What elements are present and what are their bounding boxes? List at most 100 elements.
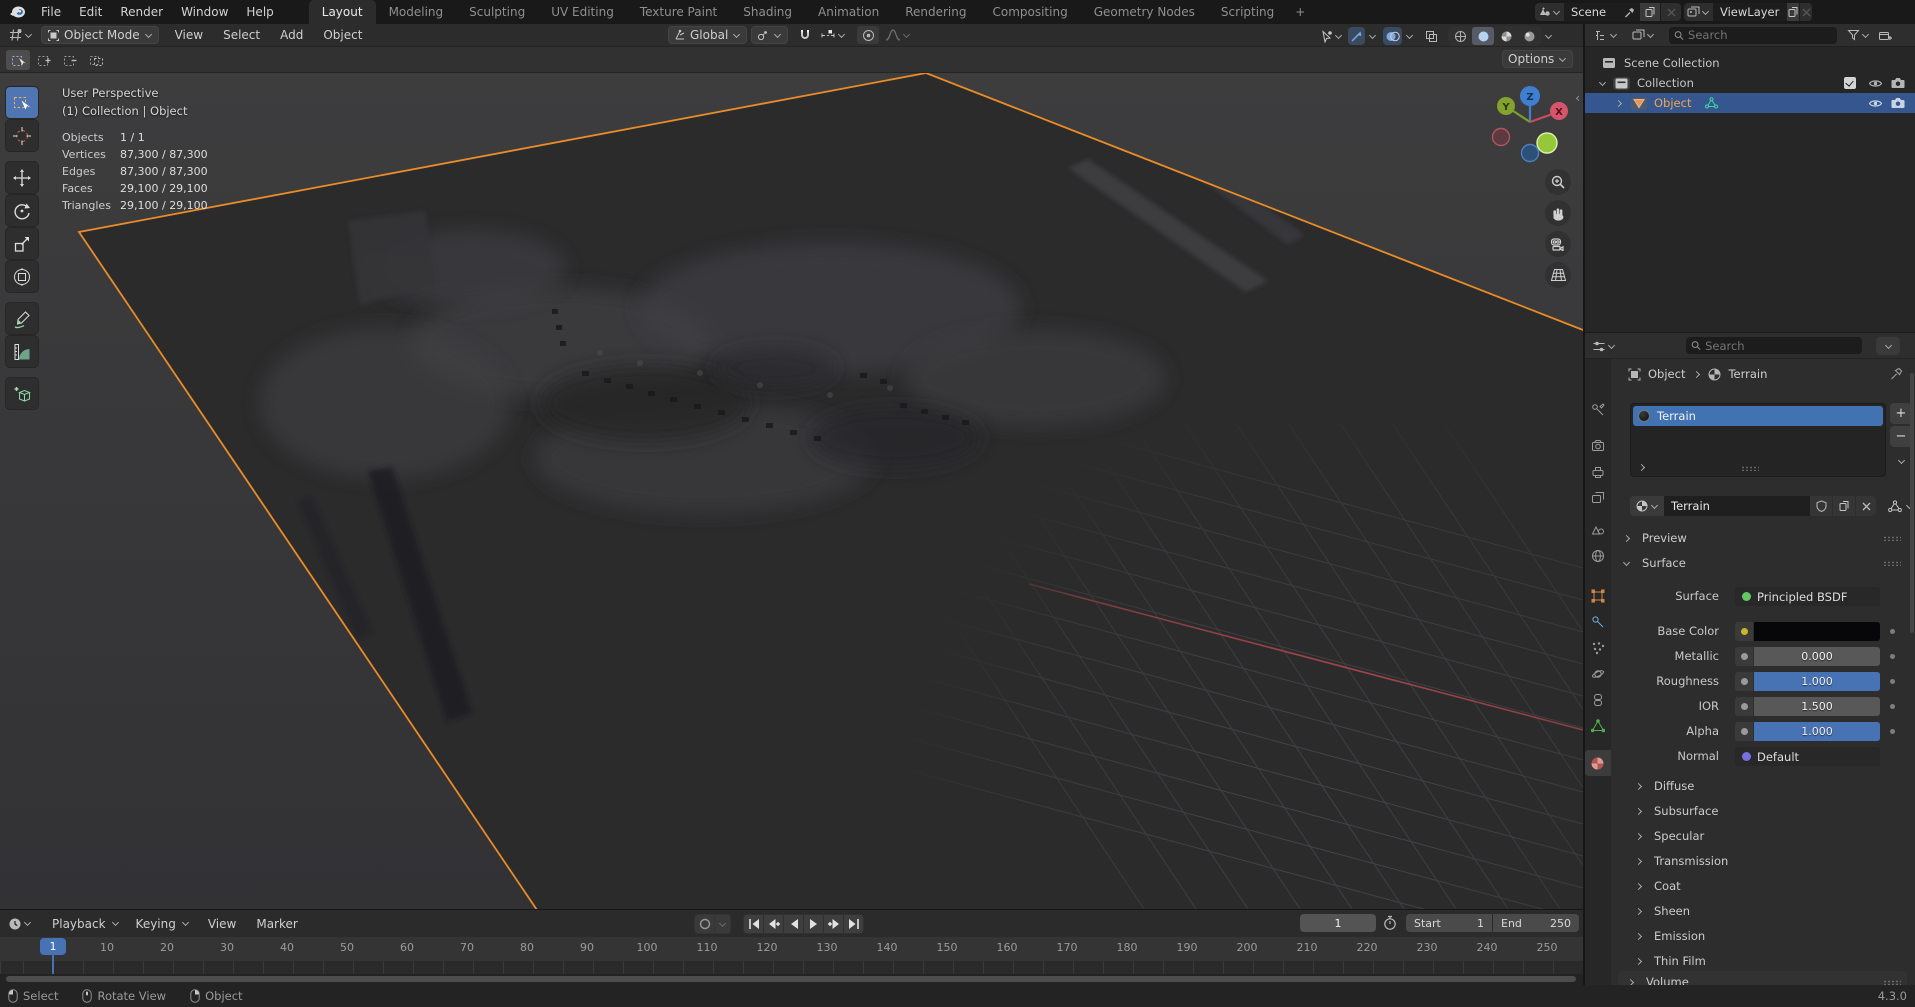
select-mode-intersect-button[interactable] <box>84 50 108 70</box>
viewlayer-browse-button[interactable] <box>1684 3 1713 21</box>
material-subsection-header[interactable]: Sheen <box>1634 900 1901 922</box>
properties-tool-tab[interactable] <box>1584 398 1611 422</box>
outliner-row-collection[interactable]: Collection <box>1584 73 1915 93</box>
material-copy-button[interactable] <box>1833 496 1855 516</box>
outliner-search[interactable] <box>1669 27 1837 44</box>
transform-tool[interactable] <box>6 261 38 292</box>
gizmos-toggle[interactable] <box>1348 27 1365 45</box>
normal-selector[interactable]: Default <box>1735 747 1880 766</box>
viewport-3d[interactable]: User Perspective (1) Collection | Object… <box>0 73 1583 910</box>
scene-name[interactable]: Scene <box>1564 5 1620 19</box>
scene-browse-button[interactable] <box>1535 3 1564 21</box>
cursor-tool[interactable] <box>6 120 38 151</box>
new-collection-button[interactable] <box>1876 26 1894 44</box>
slot-specials-button[interactable] <box>1890 453 1912 469</box>
app-menu-item[interactable]: Window <box>172 0 237 24</box>
xray-toggle[interactable] <box>1423 27 1440 45</box>
move-tool[interactable] <box>6 162 38 193</box>
properties-search[interactable] <box>1686 337 1862 354</box>
animate-dot[interactable] <box>1890 729 1895 734</box>
workspace-tab[interactable]: Layout <box>309 0 376 24</box>
workspace-tab[interactable]: Shading <box>730 0 805 24</box>
material-name-field[interactable]: Terrain <box>1664 496 1810 516</box>
frame-end-field[interactable]: End 250 <box>1493 914 1579 932</box>
viewport-menu-item[interactable]: View <box>165 28 213 42</box>
material-slot-list[interactable]: Terrain <box>1630 403 1886 477</box>
workspace-tab[interactable]: Compositing <box>979 0 1080 24</box>
ior-slider[interactable]: 1.500 <box>1754 697 1880 716</box>
overlays-dropdown[interactable] <box>1405 32 1414 41</box>
play-reverse-button[interactable] <box>784 915 803 933</box>
select-mode-extend-button[interactable] <box>32 50 56 70</box>
overlays-toggle[interactable] <box>1383 27 1402 45</box>
material-unlink-button[interactable] <box>1856 496 1876 516</box>
select-box-tool[interactable] <box>6 87 38 118</box>
breadcrumb-object[interactable]: Object <box>1648 367 1685 381</box>
animate-dot[interactable] <box>1890 679 1895 684</box>
material-subsection-header[interactable]: Transmission <box>1634 850 1901 872</box>
pin-id-icon[interactable] <box>1889 367 1903 381</box>
viewport-menu-item[interactable]: Add <box>270 28 313 42</box>
jump-to-end-button[interactable] <box>844 915 863 933</box>
volume-panel-header[interactable]: Volume <box>1618 971 1907 985</box>
preview-panel-header[interactable]: Preview <box>1622 527 1901 549</box>
properties-output-tab[interactable] <box>1584 460 1611 484</box>
navigation-gizmo[interactable]: Z Y X <box>1487 81 1573 167</box>
gizmos-dropdown[interactable] <box>1368 32 1377 41</box>
keying-menu[interactable]: Keying <box>128 917 198 931</box>
timeline-view-menu[interactable]: View <box>198 917 246 931</box>
outliner-row-scene-collection[interactable]: Scene Collection <box>1584 53 1915 73</box>
options-button[interactable]: Options <box>1502 50 1573 68</box>
outliner-filter-type[interactable] <box>1630 26 1657 44</box>
object-render-icon[interactable] <box>1891 97 1905 109</box>
properties-world-tab[interactable] <box>1584 544 1611 568</box>
slot-remove-button[interactable]: − <box>1890 426 1912 447</box>
snap-target-selector[interactable] <box>818 26 848 44</box>
playhead-line[interactable] <box>52 955 54 974</box>
selectability-visibility-selector[interactable] <box>1318 27 1345 45</box>
workspace-tab[interactable]: Geometry Nodes <box>1081 0 1208 24</box>
workspace-tab[interactable]: Scripting <box>1208 0 1287 24</box>
properties-scene-tab[interactable] <box>1584 518 1611 542</box>
app-menu-item[interactable]: Edit <box>70 0 111 24</box>
ior-socket[interactable] <box>1735 697 1753 716</box>
shading-dropdown[interactable] <box>1544 32 1553 41</box>
viewlayer-remove-button[interactable] <box>1800 3 1812 21</box>
use-preview-range-button[interactable] <box>1382 915 1398 931</box>
properties-particles-tab[interactable] <box>1584 636 1611 660</box>
shader-selector[interactable]: Principled BSDF <box>1735 587 1880 606</box>
select-mode-set-button[interactable] <box>6 50 30 70</box>
collection-checkbox[interactable] <box>1844 77 1856 89</box>
alpha-slider[interactable]: 1.000 <box>1754 722 1880 741</box>
frame-start-field[interactable]: Start 1 <box>1406 914 1492 932</box>
scale-tool[interactable] <box>6 228 38 259</box>
properties-options-button[interactable] <box>1876 337 1900 355</box>
pin-icon[interactable] <box>1620 6 1639 19</box>
timeline-divider[interactable] <box>0 909 1583 910</box>
material-subsection-header[interactable]: Diffuse <box>1634 775 1901 797</box>
surface-panel-header[interactable]: Surface <box>1622 552 1901 574</box>
select-mode-subtract-button[interactable] <box>58 50 82 70</box>
timeline-editor-type-button[interactable] <box>6 915 34 933</box>
playback-menu[interactable]: Playback <box>44 917 128 931</box>
timeline-ruler[interactable]: 1020304050607080901001101201301401501601… <box>0 937 1583 961</box>
scene-copy-button[interactable] <box>1640 3 1660 21</box>
app-menu-item[interactable]: Render <box>111 0 172 24</box>
pivot-point-selector[interactable] <box>751 26 788 44</box>
metallic-socket[interactable] <box>1735 647 1753 666</box>
material-subsection-header[interactable]: Thin Film <box>1634 950 1901 972</box>
shading-material-button[interactable] <box>1495 27 1517 45</box>
roughness-slider[interactable]: 1.000 <box>1754 672 1880 691</box>
alpha-socket[interactable] <box>1735 722 1753 741</box>
auto-keyframe-toggle[interactable] <box>695 915 714 933</box>
timeline-scrollbar[interactable] <box>6 976 1576 982</box>
timeline-marker-menu[interactable]: Marker <box>246 917 307 931</box>
fake-user-button[interactable] <box>1810 496 1832 516</box>
material-subsection-header[interactable]: Specular <box>1634 825 1901 847</box>
slot-add-button[interactable]: + <box>1890 403 1912 424</box>
proportional-falloff-selector[interactable] <box>883 26 913 44</box>
workspace-tab[interactable]: Modeling <box>376 0 457 24</box>
base-color-socket[interactable] <box>1735 622 1753 641</box>
properties-scrollbar[interactable] <box>1910 373 1914 633</box>
collection-expand-icon[interactable] <box>1598 79 1607 88</box>
